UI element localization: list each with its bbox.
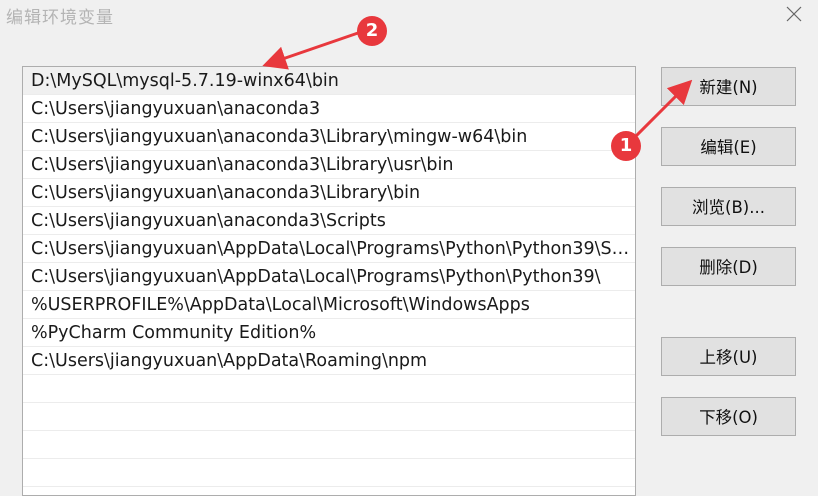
browse-button[interactable]: 浏览(B)... xyxy=(661,187,796,226)
move-down-button[interactable]: 下移(O) xyxy=(661,397,796,436)
list-item[interactable]: C:\Users\jiangyuxuan\anaconda3\Library\b… xyxy=(23,179,635,207)
move-up-button[interactable]: 上移(U) xyxy=(661,337,796,376)
title-bar: 编辑环境变量 xyxy=(0,0,818,30)
annotation-marker-1: 1 xyxy=(611,131,641,161)
edit-button[interactable]: 编辑(E) xyxy=(661,127,796,166)
window-title: 编辑环境变量 xyxy=(6,8,114,28)
path-list[interactable]: D:\MySQL\mysql-5.7.19-winx64\bin C:\Users… xyxy=(22,66,636,496)
list-item[interactable]: C:\Users\jiangyuxuan\anaconda3\Library\m… xyxy=(23,123,635,151)
new-button[interactable]: 新建(N) xyxy=(661,67,796,106)
list-item[interactable] xyxy=(23,459,635,487)
list-item[interactable] xyxy=(23,375,635,403)
list-item[interactable]: D:\MySQL\mysql-5.7.19-winx64\bin xyxy=(23,67,635,95)
list-item[interactable]: C:\Users\jiangyuxuan\AppData\Local\Progr… xyxy=(23,263,635,291)
close-icon[interactable] xyxy=(784,4,804,24)
annotation-marker-2: 2 xyxy=(357,16,387,46)
list-item[interactable] xyxy=(23,431,635,459)
list-item[interactable]: C:\Users\jiangyuxuan\AppData\Roaming\npm xyxy=(23,347,635,375)
list-item[interactable]: C:\Users\jiangyuxuan\anaconda3\Library\u… xyxy=(23,151,635,179)
list-item[interactable]: %PyCharm Community Edition% xyxy=(23,319,635,347)
list-item[interactable]: C:\Users\jiangyuxuan\anaconda3 xyxy=(23,95,635,123)
list-item[interactable]: C:\Users\jiangyuxuan\anaconda3\Scripts xyxy=(23,207,635,235)
list-item[interactable]: %USERPROFILE%\AppData\Local\Microsoft\Wi… xyxy=(23,291,635,319)
list-item[interactable] xyxy=(23,403,635,431)
delete-button[interactable]: 删除(D) xyxy=(661,247,796,286)
list-item[interactable]: C:\Users\jiangyuxuan\AppData\Local\Progr… xyxy=(23,235,635,263)
arrow-to-first-path xyxy=(262,31,359,70)
